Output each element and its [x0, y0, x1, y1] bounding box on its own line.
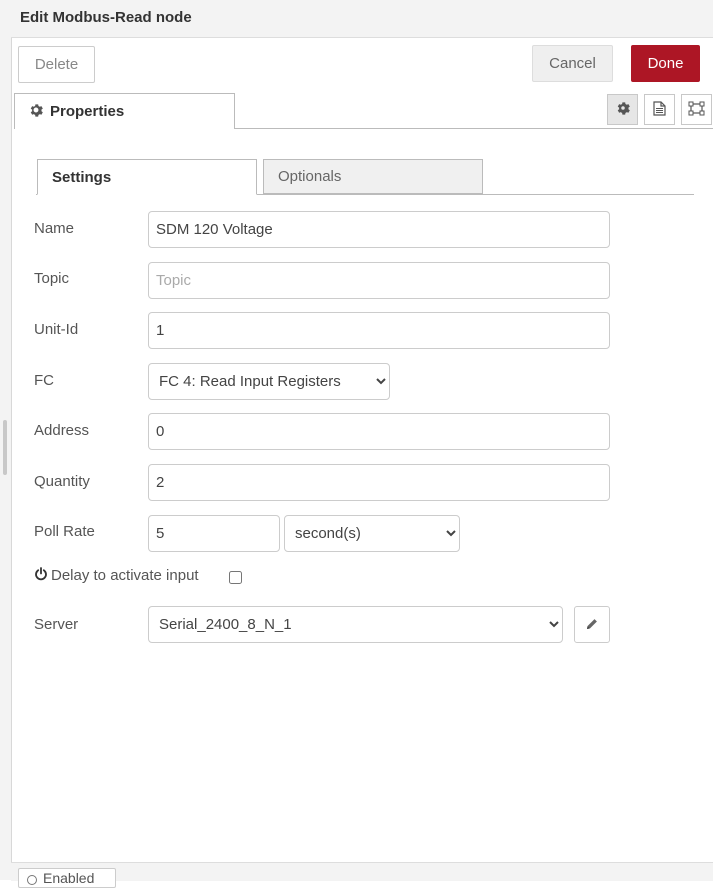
pencil-icon [586, 617, 598, 633]
poll-rate-unit-select[interactable]: second(s) [284, 515, 460, 552]
tab-properties[interactable]: Properties [14, 93, 235, 129]
fc-label: FC [34, 372, 54, 389]
delay-checkbox[interactable] [229, 571, 242, 584]
delay-label-wrap: Delay to activate input [34, 567, 199, 585]
delay-label: Delay to activate input [51, 567, 199, 584]
done-button[interactable]: Done [631, 45, 700, 82]
fc-select[interactable]: FC 4: Read Input Registers [148, 363, 390, 400]
topic-input[interactable] [148, 262, 610, 299]
appearance-icon [688, 101, 705, 119]
delete-button[interactable]: Delete [18, 46, 95, 83]
unit-id-input[interactable] [148, 312, 610, 349]
dialog-footer [11, 862, 713, 881]
tab-description[interactable] [644, 94, 675, 125]
gear-icon [616, 101, 630, 118]
tab-settings-gear[interactable] [607, 94, 638, 125]
poll-rate-label: Poll Rate [34, 523, 95, 540]
server-select[interactable]: Serial_2400_8_N_1 [148, 606, 563, 643]
edit-server-button[interactable] [574, 606, 610, 643]
server-label: Server [34, 616, 79, 633]
subtab-settings[interactable]: Settings [37, 159, 257, 195]
name-input[interactable] [148, 211, 610, 248]
quantity-label: Quantity [34, 473, 90, 490]
dialog-title: Edit Modbus-Read node [11, 0, 713, 38]
tab-properties-label: Properties [50, 103, 125, 120]
description-icon [653, 100, 666, 119]
power-icon [34, 567, 48, 585]
subtab-optionals[interactable]: Optionals [263, 159, 483, 194]
workspace-edge [0, 0, 12, 880]
unit-id-label: Unit-Id [34, 321, 79, 338]
enabled-toggle[interactable]: Enabled [18, 868, 116, 888]
topic-label: Topic [34, 270, 70, 287]
address-label: Address [34, 422, 90, 439]
address-input[interactable] [148, 413, 610, 450]
tab-appearance[interactable] [681, 94, 712, 125]
poll-rate-input[interactable] [148, 515, 280, 552]
circle-icon [27, 875, 37, 885]
name-label: Name [34, 220, 75, 237]
scroll-handle[interactable] [3, 420, 7, 475]
cancel-button[interactable]: Cancel [532, 45, 613, 82]
quantity-input[interactable] [148, 464, 610, 501]
enabled-label: Enabled [43, 870, 95, 886]
gear-icon [29, 103, 43, 121]
